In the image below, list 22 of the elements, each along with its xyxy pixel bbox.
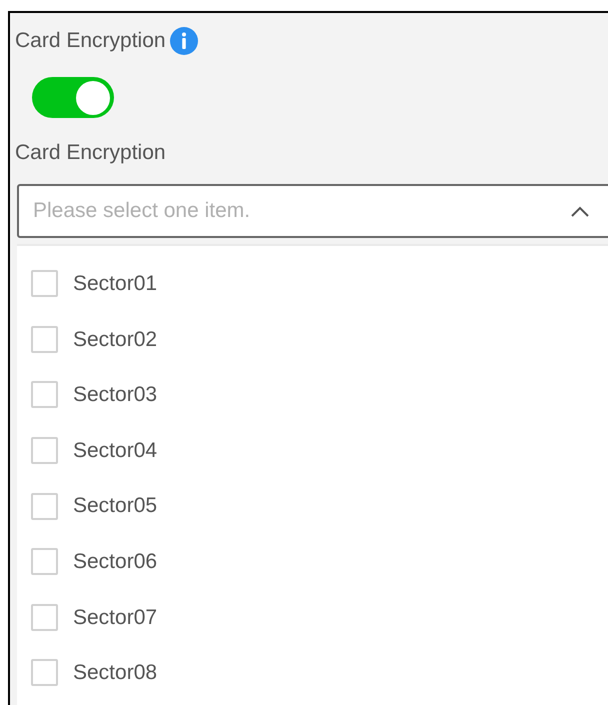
checkbox[interactable] xyxy=(31,326,58,353)
dropdown-option[interactable]: Sector01 xyxy=(17,256,608,312)
field-label: Card Encryption xyxy=(15,141,166,164)
toggle-switch[interactable] xyxy=(32,77,114,118)
dropdown-option[interactable]: Sector08 xyxy=(17,645,608,701)
checkbox[interactable] xyxy=(31,604,58,631)
checkbox[interactable] xyxy=(31,492,58,520)
checkbox[interactable] xyxy=(31,437,58,464)
dropdown-option[interactable]: Sector02 xyxy=(17,312,608,368)
dropdown-option[interactable]: Sector04 xyxy=(17,422,608,478)
dropdown-option[interactable]: Sector05 xyxy=(17,478,608,534)
chevron-up-icon xyxy=(571,206,589,216)
checkbox[interactable] xyxy=(31,659,58,686)
dropdown-option[interactable]: Sector07 xyxy=(17,590,608,646)
placeholder-text: Please select one item. xyxy=(33,198,250,224)
checkbox[interactable] xyxy=(31,548,58,576)
checkbox[interactable] xyxy=(31,270,58,298)
dropdown-option[interactable]: Sector06 xyxy=(17,534,608,590)
dropdown-option[interactable]: Sector03 xyxy=(17,367,608,423)
field-label: Card Encryption xyxy=(15,28,166,54)
info-icon xyxy=(170,27,198,55)
checkbox[interactable] xyxy=(31,381,58,408)
